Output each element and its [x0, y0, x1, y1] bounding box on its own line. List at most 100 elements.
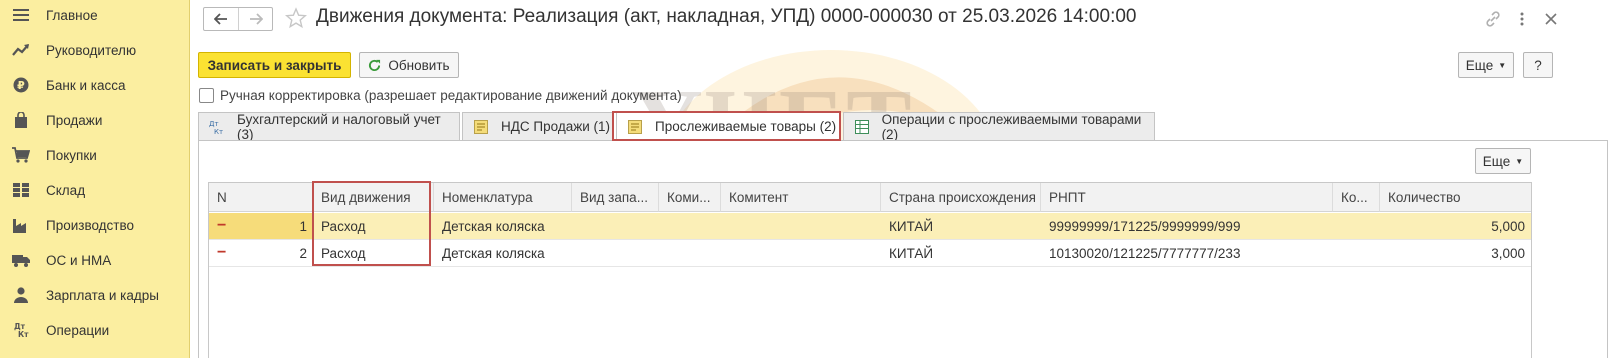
manual-correction-label: Ручная корректировка (разрешает редактир… [220, 88, 682, 103]
refresh-icon [369, 59, 381, 71]
manual-correction-checkbox[interactable] [199, 88, 214, 103]
column-header-stock-kind[interactable]: Вид запа... [572, 183, 659, 212]
column-header-commission[interactable]: Коми... [659, 183, 721, 212]
sidebar-item-label: Главное [46, 7, 98, 23]
link-icon[interactable] [1482, 8, 1504, 30]
refresh-button[interactable]: Обновить [359, 52, 459, 78]
commission-cell [659, 213, 721, 239]
quantity-cell: 3,000 [1491, 245, 1525, 261]
tab-traceable-operations[interactable]: Операции с прослеживаемыми товарами (2) [843, 111, 1155, 142]
tab-label: Операции с прослеживаемыми товарами (2) [881, 111, 1142, 142]
svg-text:₽: ₽ [17, 79, 25, 92]
sidebar-item-label: Руководителю [46, 42, 137, 58]
sidebar-item-purchases[interactable]: Покупки [0, 140, 190, 170]
column-header-country[interactable]: Страна происхождения [881, 183, 1041, 212]
ko-cell [1333, 240, 1380, 266]
document-window: УЧЕТ БЕЗ ЗАБОТ Движения документа: Реали… [191, 0, 1614, 358]
column-header-n[interactable]: N [209, 183, 313, 212]
forward-button[interactable] [238, 8, 272, 30]
row-number: 2 [299, 245, 307, 261]
table-row[interactable]: − 1 Расход Детская коляска КИТАЙ 9999999… [209, 213, 1531, 240]
sidebar-item-label: Банк и касса [46, 77, 126, 93]
sidebar-item-label: Склад [46, 182, 86, 198]
sidebar-item-label: ОС и НМА [46, 252, 112, 268]
cart-icon [12, 146, 30, 164]
sidebar-item-warehouse[interactable]: Склад [0, 175, 190, 205]
save-and-close-button[interactable]: Записать и закрыть [198, 52, 351, 78]
arrow-left-icon [214, 13, 227, 25]
sidebar-item-label: Продажи [46, 112, 103, 128]
movement-type-cell: Расход [321, 245, 366, 261]
row-number: 1 [299, 218, 307, 234]
movement-type-cell: Расход [321, 218, 366, 234]
back-button[interactable] [204, 8, 238, 30]
tab-vat-sales[interactable]: НДС Продажи (1) [462, 112, 614, 140]
sidebar-item-bank[interactable]: ₽ Банк и касса [0, 70, 190, 100]
country-cell: КИТАЙ [889, 218, 934, 234]
warehouse-grid-icon [12, 181, 30, 199]
tab-label: Бухгалтерский и налоговый учет (3) [237, 111, 441, 142]
shopping-bag-icon [12, 111, 30, 129]
stock-kind-cell [572, 240, 659, 266]
favorite-star-icon[interactable] [284, 7, 308, 29]
sidebar-item-operations[interactable]: Дт Кт Операции [0, 315, 190, 345]
tab-accounting[interactable]: Дт Кт Бухгалтерский и налоговый учет (3) [198, 111, 460, 142]
svg-text:Дт: Дт [209, 120, 219, 128]
tab-traceable-goods[interactable]: Прослеживаемые товары (2) [616, 112, 841, 140]
column-header-rnpt[interactable]: РНПТ [1041, 183, 1333, 212]
dropdown-caret-icon: ▼ [1498, 60, 1507, 70]
sidebar-item-label: Операции [46, 322, 110, 338]
factory-icon [12, 216, 30, 234]
quantity-cell: 5,000 [1491, 218, 1525, 234]
nomenclature-cell: Детская коляска [442, 245, 545, 261]
menu-lines-icon [12, 6, 30, 24]
ruble-coin-icon: ₽ [12, 76, 30, 94]
tab-label: Прослеживаемые товары (2) [655, 119, 837, 134]
rnpt-cell: 99999999/171225/9999999/999 [1049, 218, 1241, 234]
sidebar-item-label: Покупки [46, 147, 97, 163]
table-icon [854, 119, 870, 135]
more-vertical-icon[interactable] [1511, 8, 1533, 30]
sidebar-item-manager[interactable]: Руководителю [0, 35, 190, 65]
person-icon [12, 286, 30, 304]
more-button[interactable]: Еще ▼ [1458, 52, 1514, 78]
movements-table: N Вид движения Номенклатура Вид запа... … [208, 182, 1532, 358]
sidebar: Главное Руководителю ₽ Банк и касса Прод… [0, 0, 190, 358]
register-icon [627, 119, 643, 135]
table-more-button[interactable]: Еще ▼ [1475, 148, 1531, 174]
column-header-principal[interactable]: Комитент [721, 183, 881, 212]
sidebar-item-assets[interactable]: ОС и НМА [0, 245, 190, 275]
column-header-nomenclature[interactable]: Номенклатура [434, 183, 572, 212]
close-icon[interactable] [1540, 8, 1562, 30]
more-label: Еще [1465, 57, 1494, 73]
rnpt-cell: 10130020/121225/7777777/233 [1049, 245, 1241, 261]
column-header-quantity[interactable]: Количество [1380, 183, 1531, 212]
help-button[interactable]: ? [1523, 52, 1553, 78]
dropdown-caret-icon: ▼ [1515, 156, 1524, 166]
history-nav [203, 7, 273, 31]
svg-text:Кт: Кт [18, 330, 29, 338]
sidebar-item-main[interactable]: Главное [0, 0, 190, 30]
sidebar-item-label: Производство [46, 217, 135, 233]
sidebar-item-sales[interactable]: Продажи [0, 105, 190, 135]
sidebar-item-label: Зарплата и кадры [46, 287, 159, 303]
sidebar-item-production[interactable]: Производство [0, 210, 190, 240]
refresh-label: Обновить [388, 57, 450, 73]
more-label: Еще [1482, 153, 1511, 169]
table-row[interactable]: − 2 Расход Детская коляска КИТАЙ 1013002… [209, 240, 1531, 267]
sidebar-item-salary[interactable]: Зарплата и кадры [0, 280, 190, 310]
svg-text:Кт: Кт [214, 128, 223, 135]
principal-cell [721, 213, 881, 239]
expense-minus-icon: − [217, 217, 227, 234]
principal-cell [721, 240, 881, 266]
row-number-cell: − 1 [209, 213, 313, 239]
nomenclature-cell: Детская коляска [442, 218, 545, 234]
column-header-ko[interactable]: Ко... [1333, 183, 1380, 212]
page-title: Движения документа: Реализация (акт, нак… [316, 6, 1137, 27]
country-cell: КИТАЙ [889, 245, 934, 261]
dt-kt-icon: Дт Кт [12, 321, 30, 339]
ko-cell [1333, 213, 1380, 239]
column-header-movement-type[interactable]: Вид движения [313, 183, 434, 212]
truck-icon [12, 251, 30, 269]
row-number-cell: − 2 [209, 240, 313, 266]
